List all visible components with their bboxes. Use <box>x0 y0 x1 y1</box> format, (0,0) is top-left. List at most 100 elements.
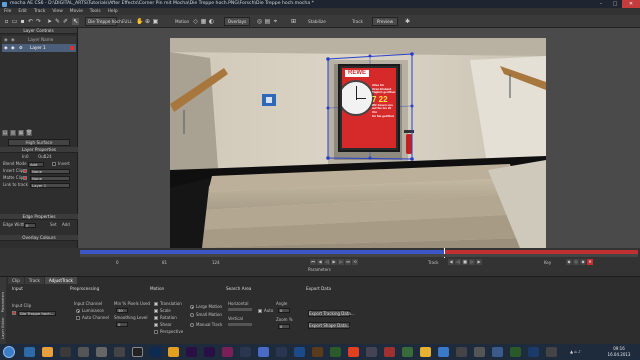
grid-icon[interactable]: ▦ <box>200 18 207 25</box>
go-start-icon[interactable]: ⏮ <box>310 259 316 265</box>
indesign-icon[interactable] <box>222 347 233 357</box>
folder-icon[interactable] <box>42 347 53 357</box>
menu-track[interactable]: Track <box>34 8 46 15</box>
explorer-icon[interactable] <box>24 347 35 357</box>
invert-checkbox[interactable] <box>52 162 56 166</box>
auto-channel-checkbox[interactable] <box>76 316 80 320</box>
menu-file[interactable]: File <box>4 8 11 15</box>
add-button[interactable]: Add <box>62 222 70 227</box>
illustrator-icon[interactable] <box>168 347 179 357</box>
undo-icon[interactable]: ↶ <box>27 18 34 25</box>
export-shape-data-button[interactable]: Export Shape Data... <box>308 322 351 329</box>
angle-field[interactable]: 0 <box>278 308 290 313</box>
app-icon-1[interactable] <box>78 347 89 357</box>
app-icon-9[interactable] <box>330 347 341 357</box>
insert-clip-color[interactable] <box>23 169 27 173</box>
cog-icon[interactable]: ⚙ <box>19 44 23 52</box>
premiere-icon[interactable] <box>204 347 215 357</box>
tray-icons[interactable]: ▲ ⌂ ♪ <box>570 349 581 354</box>
play-icon[interactable]: ▶ <box>331 259 337 265</box>
app-icon-6[interactable] <box>276 347 287 357</box>
lock-toggle-icon[interactable]: ◉ <box>11 44 15 52</box>
link-to-track-dropdown[interactable]: Layer 1 <box>30 183 70 188</box>
layer-icon[interactable]: ▤ <box>264 18 271 25</box>
matte-clip-dropdown[interactable]: None <box>30 176 70 181</box>
duplicate-layer-icon[interactable]: ▤ <box>2 130 8 136</box>
menu-view[interactable]: View <box>52 8 62 15</box>
zoom-icon[interactable]: ⊕ <box>144 18 151 25</box>
matte-clip-color[interactable] <box>23 176 27 180</box>
prev-key-icon[interactable]: ◆ <box>566 259 572 265</box>
menu-movie[interactable]: Movie <box>70 8 83 15</box>
settings-icon[interactable]: ✱ <box>404 18 411 25</box>
app-icon-10[interactable] <box>348 347 359 357</box>
after-effects-icon[interactable] <box>186 347 197 357</box>
save-icon[interactable]: ▪ <box>19 18 26 25</box>
luminance-radio[interactable] <box>76 309 80 313</box>
track-forwards-icon[interactable]: ▶ <box>476 259 482 265</box>
app-icon-12[interactable] <box>384 347 395 357</box>
small-motion-radio[interactable] <box>190 313 194 317</box>
menu-tools[interactable]: Tools <box>90 8 101 15</box>
maximize-button[interactable]: □ <box>608 0 622 8</box>
large-motion-radio[interactable] <box>190 305 194 309</box>
input-clip-dropdown[interactable]: Die Treppe hoch... <box>18 311 56 316</box>
menu-help[interactable]: Help <box>108 8 118 15</box>
manual-track-radio[interactable] <box>190 323 194 327</box>
app-icon-5[interactable] <box>258 347 269 357</box>
photoshop-icon[interactable] <box>150 347 161 357</box>
blend-mode-dropdown[interactable]: Add <box>28 162 44 167</box>
app-icon-19[interactable] <box>528 347 539 357</box>
stop-tracking-icon[interactable]: ■ <box>462 259 468 265</box>
pointer-tool-icon[interactable]: ↖ <box>72 18 79 25</box>
minimize-button[interactable]: – <box>594 0 608 8</box>
layer-editor-side-tab[interactable]: Layer Editor <box>0 315 6 341</box>
edge-width-field[interactable]: 0 <box>24 223 36 228</box>
app-icon-8[interactable] <box>312 347 323 357</box>
surface-icon[interactable]: ◇ <box>192 18 199 25</box>
track-back-frame-icon[interactable]: ◁ <box>455 259 461 265</box>
app-icon-4[interactable] <box>132 347 143 357</box>
shear-checkbox[interactable] <box>154 323 158 327</box>
hand-icon[interactable]: ✋ <box>136 18 143 25</box>
mocha-taskbar-icon[interactable] <box>240 347 251 357</box>
horizontal-slider[interactable] <box>228 308 252 311</box>
overlays-button[interactable]: Overlays <box>224 17 250 26</box>
delete-key-icon[interactable]: ✕ <box>587 259 593 265</box>
bezier-tool-icon[interactable]: ✐ <box>62 18 69 25</box>
app-icon-20[interactable] <box>546 347 557 357</box>
frame-start[interactable]: 0 <box>116 260 119 265</box>
frame-current[interactable]: 81 <box>162 260 167 265</box>
stabilize-tab[interactable]: Stabilize <box>308 18 326 25</box>
layer-row[interactable]: ◉ ◉ ⚙ Layer 1 <box>2 44 76 52</box>
out-value[interactable]: 124 <box>44 154 52 159</box>
group-layer-icon[interactable]: ▥ <box>10 130 16 136</box>
track-fwd-frame-icon[interactable]: ▷ <box>469 259 475 265</box>
min-pixels-field[interactable]: 30 <box>116 308 128 313</box>
parameters-side-tab[interactable]: Parameters <box>0 289 6 315</box>
app-icon-3[interactable] <box>114 347 125 357</box>
merge-layer-icon[interactable]: ▦ <box>18 130 24 136</box>
rotation-checkbox[interactable] <box>154 316 158 320</box>
high-surface-button[interactable]: High Surface <box>8 139 70 146</box>
xspline-tool-icon[interactable]: ✎ <box>54 18 61 25</box>
smoothing-field[interactable]: 0 <box>116 322 128 327</box>
export-tracking-data-button[interactable]: Export Tracking Data... <box>308 310 355 317</box>
add-key-icon[interactable]: ◇ <box>573 259 579 265</box>
track-tab[interactable]: Track <box>352 18 363 25</box>
open-icon[interactable]: ▭ <box>11 18 18 25</box>
visibility-icon[interactable]: ◉ <box>4 44 8 52</box>
matte-icon[interactable]: ◐ <box>208 18 215 25</box>
set-button[interactable]: Set <box>50 222 57 227</box>
app-icon-14[interactable] <box>438 347 449 357</box>
new-icon[interactable]: ▫ <box>3 18 10 25</box>
fit-icon[interactable]: ▣ <box>152 18 159 25</box>
zoom-field[interactable]: 0 <box>278 324 290 329</box>
app-icon-16[interactable] <box>474 347 485 357</box>
track-backwards-icon[interactable]: ◀ <box>448 259 454 265</box>
delete-layer-icon[interactable]: 🗑 <box>26 130 32 136</box>
layer-dropdown[interactable]: Die Treppe hoch... <box>85 17 126 26</box>
chrome-icon[interactable] <box>420 347 431 357</box>
app-icon-15[interactable] <box>456 347 467 357</box>
in-value[interactable]: 0 <box>26 154 29 159</box>
